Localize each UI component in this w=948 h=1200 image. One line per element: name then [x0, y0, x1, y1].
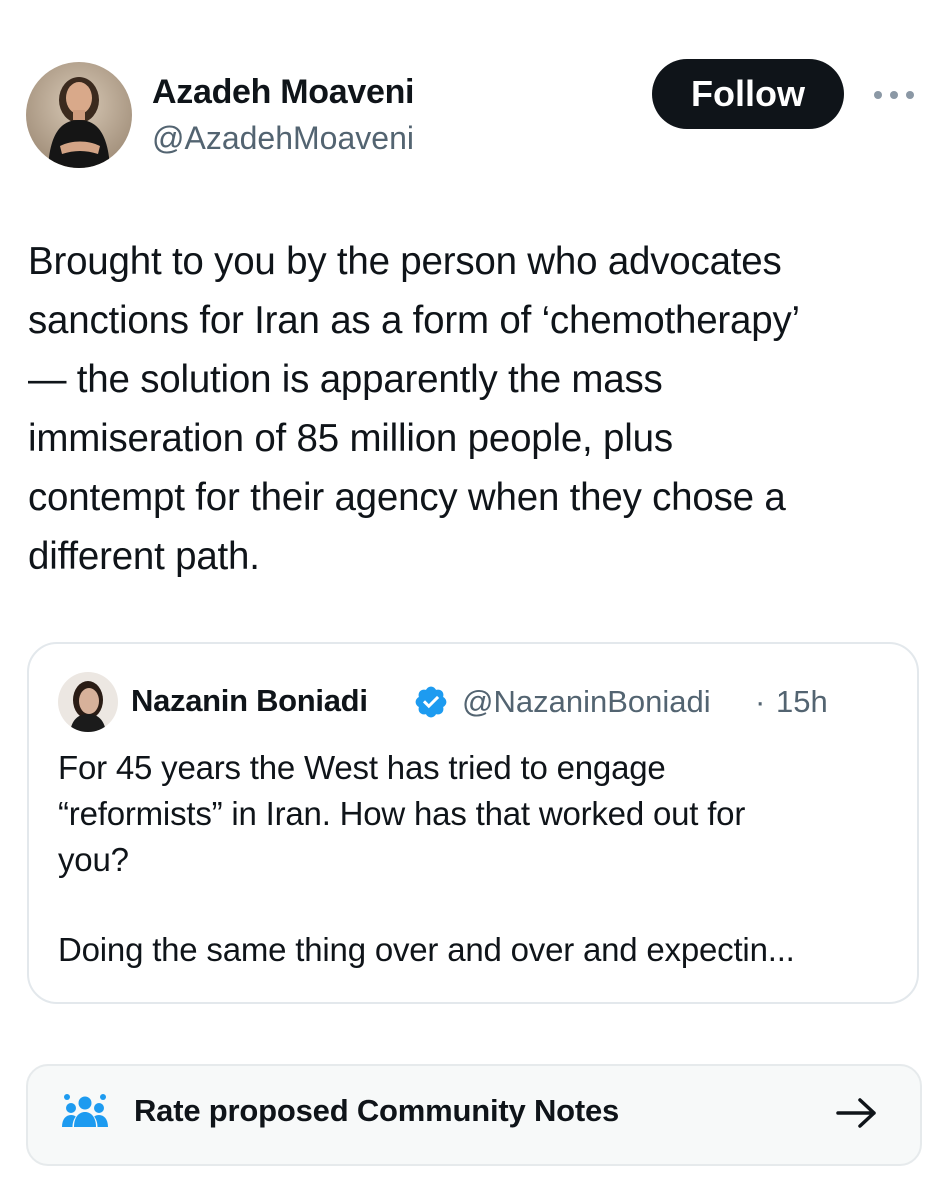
author-handle[interactable]: @AzadehMoaveni [152, 120, 414, 157]
people-group-icon [62, 1093, 108, 1133]
more-horizontal-icon[interactable] [870, 84, 918, 106]
author-avatar[interactable] [26, 62, 132, 168]
author-name[interactable]: Azadeh Moaveni [152, 73, 415, 112]
quoted-author-avatar [58, 672, 118, 732]
quoted-tweet-text: For 45 years the West has tried to engag… [58, 749, 746, 878]
follow-button[interactable]: Follow [652, 59, 844, 129]
arrow-right-icon[interactable] [834, 1095, 880, 1131]
quoted-timestamp: 15h [776, 684, 828, 719]
verified-badge-icon [413, 684, 449, 720]
quoted-author-handle: @NazaninBoniadi [462, 684, 711, 719]
quoted-author-name: Nazanin Boniadi [131, 683, 368, 718]
quoted-tweet-text-continued: Doing the same thing over and over and e… [58, 931, 795, 968]
tweet-text: Brought to you by the person who advocat… [28, 240, 800, 578]
community-notes-label: Rate proposed Community Notes [134, 1093, 620, 1128]
avatar-photo-icon [26, 62, 132, 168]
avatar-photo-icon [58, 672, 118, 732]
separator-dot: · [755, 684, 766, 719]
